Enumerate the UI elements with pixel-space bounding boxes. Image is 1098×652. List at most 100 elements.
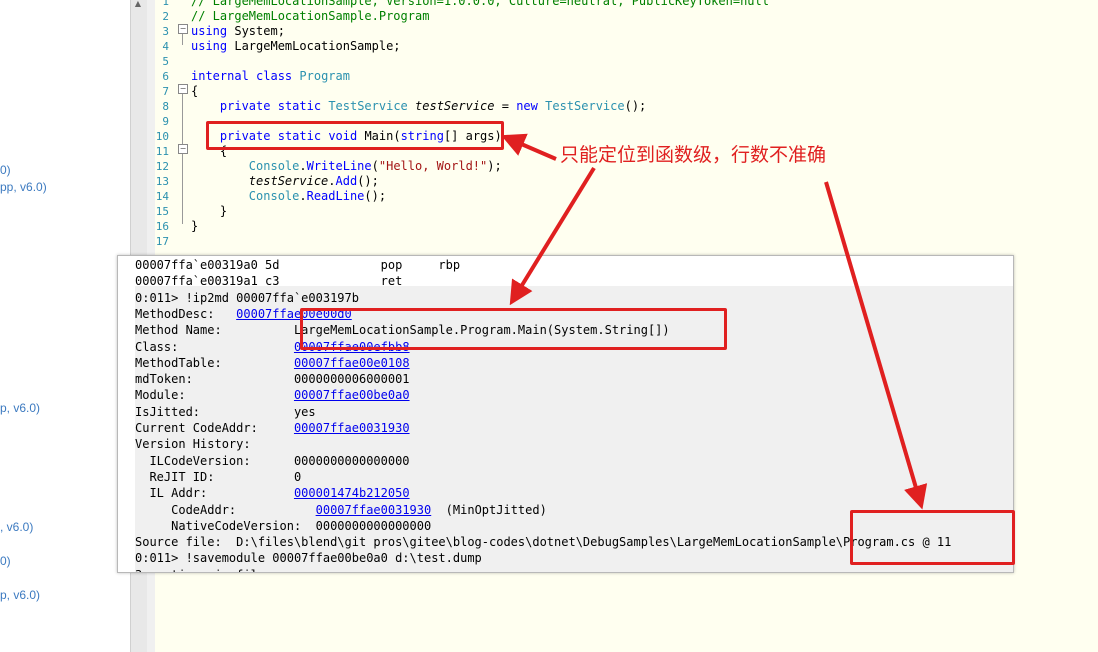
code-line: using System;	[191, 24, 285, 39]
console-text: Version History:	[135, 437, 251, 452]
left-pane-item[interactable]: pp, v6.0)	[0, 180, 47, 194]
code-line: }	[191, 219, 198, 234]
console-line: ReJIT ID: 0	[135, 469, 301, 485]
left-pane-item[interactable]: p, v6.0)	[0, 588, 40, 602]
console-text: IsJitted: yes	[135, 404, 316, 419]
code-token: LargeMemLocationSample;	[227, 39, 401, 53]
console-text: 00007ffa`e00319a0 5d pop rbp	[135, 258, 461, 272]
line-number: 15	[155, 205, 169, 218]
scroll-up-arrow-icon[interactable]: ▲	[132, 0, 144, 8]
console-text: 0:011> !savemodule 00007ffae00be0a0 d:\t…	[135, 551, 482, 566]
line-number: 16	[155, 220, 169, 233]
left-pane-item[interactable]: , v6.0)	[0, 520, 33, 534]
code-token: testService	[415, 99, 495, 113]
console-line: Source file: D:\files\blend\git pros\git…	[135, 534, 951, 550]
code-token: ();	[357, 174, 379, 188]
code-token: "Hello, World!"	[378, 159, 488, 173]
line-number: 14	[155, 190, 169, 203]
code-line: internal class Program	[191, 69, 350, 84]
console-line: 00007ffa`e00319a1 c3 ret	[135, 273, 402, 289]
console-line: 3 sections in file	[135, 567, 265, 572]
code-token: .	[299, 189, 307, 203]
console-text: mdToken: 0000000006000001	[135, 372, 410, 387]
line-number: 13	[155, 175, 169, 188]
code-token: }	[191, 219, 199, 233]
code-line: }	[191, 204, 227, 219]
code-token: using	[191, 24, 228, 38]
code-line: testService.Add();	[191, 174, 379, 189]
fold-toggle-icon[interactable]: −	[178, 24, 188, 34]
console-line: IL Addr: 000001474b212050	[135, 485, 410, 501]
left-pane-item[interactable]: 0)	[0, 554, 11, 568]
left-pane-item[interactable]: 0)	[0, 163, 11, 177]
line-number: 1	[162, 0, 169, 8]
console-line: MethodTable: 00007ffae00e0108	[135, 355, 410, 371]
console-text: Current CodeAddr:	[135, 421, 294, 435]
code-token: static	[277, 99, 322, 113]
console-line: 0:011> !ip2md 00007ffa`e003197b	[135, 290, 359, 306]
console-text: 0:011> !ip2md 00007ffa`e003197b	[135, 290, 359, 305]
console-text: CodeAddr:	[135, 502, 316, 517]
code-token: // LargeMemLocationSample, Version=1.0.0…	[191, 0, 769, 8]
code-token: Program	[299, 69, 350, 83]
console-line: CodeAddr: 00007ffae0031930 (MinOptJitted…	[135, 502, 547, 518]
console-text: ReJIT ID: 0	[135, 469, 302, 484]
console-line: 0:011> !savemodule 00007ffae00be0a0 d:\t…	[135, 550, 482, 566]
console-text: IL Addr:	[135, 486, 294, 501]
code-token: ReadLine	[306, 189, 365, 203]
dml-address-link[interactable]: 00007ffae00e0108	[294, 356, 410, 370]
fold-guide	[182, 34, 183, 45]
line-number: 4	[162, 40, 169, 53]
dml-address-link[interactable]: 00007ffae00be0a0	[294, 388, 410, 402]
code-token: WriteLine	[306, 159, 372, 173]
code-token: using	[191, 39, 228, 53]
console-text: MethodDesc:	[135, 306, 237, 321]
code-token: System;	[227, 24, 285, 38]
console-line: Version History:	[135, 436, 251, 452]
code-token: }	[191, 204, 228, 218]
code-token: );	[487, 159, 502, 173]
dml-address-link[interactable]: 000001474b212050	[294, 486, 410, 500]
dml-address-link[interactable]: 00007ffae0031930	[294, 421, 410, 435]
code-line: private static TestService testService =…	[191, 99, 646, 114]
console-line: Module: 00007ffae00be0a0	[135, 387, 410, 403]
console-line: Current CodeAddr: 00007ffae0031930	[135, 420, 410, 436]
console-text: (MinOptJitted)	[431, 502, 547, 517]
code-line: // LargeMemLocationSample, Version=1.0.0…	[191, 0, 769, 9]
console-line: 00007ffa`e00319a0 5d pop rbp	[135, 257, 460, 273]
source-line-highlight-box	[850, 510, 1015, 565]
line-number: 17	[155, 235, 169, 248]
dml-address-link[interactable]: 00007ffae0031930	[316, 503, 432, 517]
code-token: TestService	[328, 99, 408, 113]
code-token: private	[219, 99, 271, 113]
code-line: using LargeMemLocationSample;	[191, 39, 401, 54]
line-number: 12	[155, 160, 169, 173]
console-text: Source file: D:\files\blend\git pros\git…	[135, 535, 952, 550]
console-text: Class:	[135, 339, 294, 354]
console-line: IsJitted: yes	[135, 404, 316, 420]
line-number: 3	[162, 25, 169, 38]
code-line: Console.WriteLine("Hello, World!");	[191, 159, 502, 174]
code-token: TestService	[545, 99, 625, 113]
annotation-label: 只能定位到函数级，行数不准确	[560, 144, 827, 166]
fold-toggle-icon[interactable]: −	[178, 84, 188, 94]
console-text: ILCodeVersion: 0000000000000000	[135, 453, 410, 468]
line-number: 2	[162, 10, 169, 23]
code-token: testService	[248, 174, 329, 188]
left-pane-item[interactable]: p, v6.0)	[0, 401, 40, 415]
code-token: Console	[248, 159, 300, 173]
code-token: Add	[335, 174, 358, 188]
line-number: 11	[155, 145, 169, 158]
code-token: new	[516, 99, 538, 113]
code-token: {	[191, 84, 199, 98]
console-text: Module:	[135, 388, 294, 403]
fold-toggle-icon[interactable]: −	[178, 144, 188, 154]
line-number: 7	[162, 85, 169, 98]
line-number: 10	[155, 130, 169, 143]
console-text: MethodTable:	[135, 355, 294, 370]
